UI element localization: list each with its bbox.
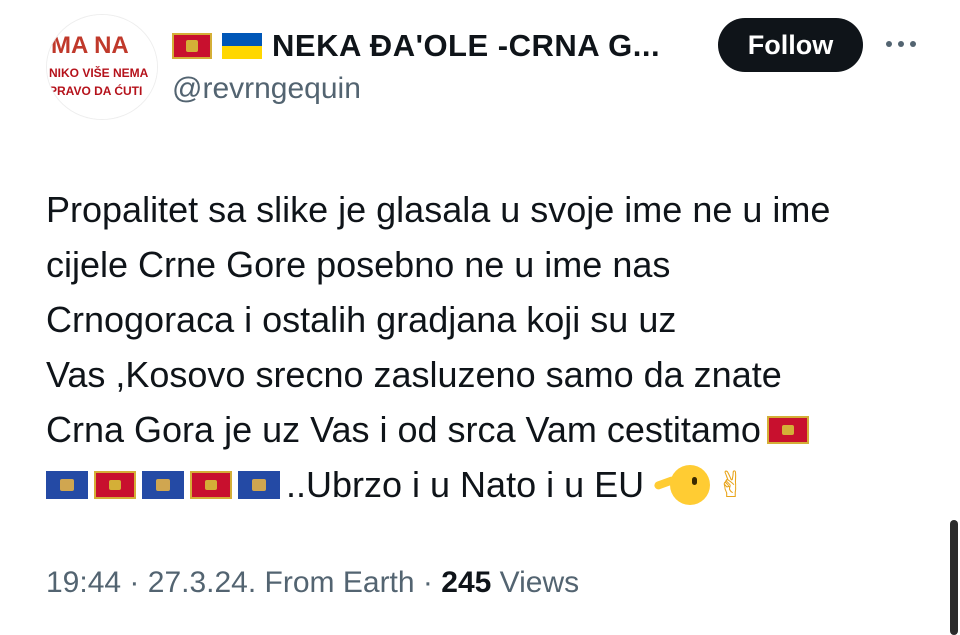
tweet-source: From Earth xyxy=(264,566,415,599)
ukraine-flag-icon xyxy=(222,33,262,59)
kosovo-flag-icon xyxy=(46,470,88,499)
tweet-line: Crnogoraca i ostalih gradjana koji su uz xyxy=(46,299,677,340)
tweet-line-text: Crna Gora je uz Vas i od srca Vam cestit… xyxy=(46,409,761,450)
views-count[interactable]: 245 xyxy=(441,566,491,599)
tweet-meta: 19:44 · 27.3.24. From Earth · 245 Views xyxy=(46,566,579,600)
avatar-image: MA NA NIKO VIŠE NEMA PRAVO DA ĆUTI xyxy=(47,15,157,119)
kosovo-flag-icon xyxy=(238,470,280,499)
more-options-icon[interactable] xyxy=(886,36,922,52)
follow-button[interactable]: Follow xyxy=(718,18,863,72)
meta-separator: · xyxy=(422,566,433,599)
avatar[interactable]: MA NA NIKO VIŠE NEMA PRAVO DA ĆUTI xyxy=(46,14,158,120)
victory-hand-icon: ✌ xyxy=(716,464,747,505)
tweet-line-text: ..Ubrzo i u Nato i u EU xyxy=(286,464,645,505)
tweet-line-6: ..Ubrzo i u Nato i u EU ✌ xyxy=(46,457,926,512)
user-name-row[interactable]: NEKA ĐA'OLE -CRNA G... xyxy=(172,24,660,68)
user-handle[interactable]: @revrngequin xyxy=(172,72,361,106)
meta-separator: · xyxy=(129,566,140,599)
tweet-line: cijele Crne Gore posebno ne u ime nas xyxy=(46,244,671,285)
views-label: Views xyxy=(499,566,580,599)
tweet-date[interactable]: 27.3.24. xyxy=(148,566,256,599)
montenegro-flag-icon xyxy=(94,470,136,499)
montenegro-flag-icon xyxy=(190,470,232,499)
montenegro-flag-icon xyxy=(172,33,212,59)
tweet-line: Propalitet sa slike je glasala u svoje i… xyxy=(46,189,831,230)
avatar-text-top: MA NA xyxy=(51,32,129,59)
scrollbar[interactable] xyxy=(950,520,958,635)
saluting-face-icon xyxy=(670,464,711,505)
tweet-text: Propalitet sa slike je glasala u svoje i… xyxy=(46,182,926,512)
tweet-line-5: Crna Gora je uz Vas i od srca Vam cestit… xyxy=(46,402,926,457)
tweet-line: Vas ,Kosovo srecno zasluzeno samo da zna… xyxy=(46,354,782,395)
avatar-text-bot: PRAVO DA ĆUTI xyxy=(49,83,142,98)
display-name[interactable]: NEKA ĐA'OLE -CRNA G... xyxy=(272,28,660,64)
tweet-time[interactable]: 19:44 xyxy=(46,566,121,599)
montenegro-flag-icon xyxy=(766,415,809,444)
kosovo-flag-icon xyxy=(142,470,184,499)
avatar-text-mid: NIKO VIŠE NEMA xyxy=(49,65,149,80)
